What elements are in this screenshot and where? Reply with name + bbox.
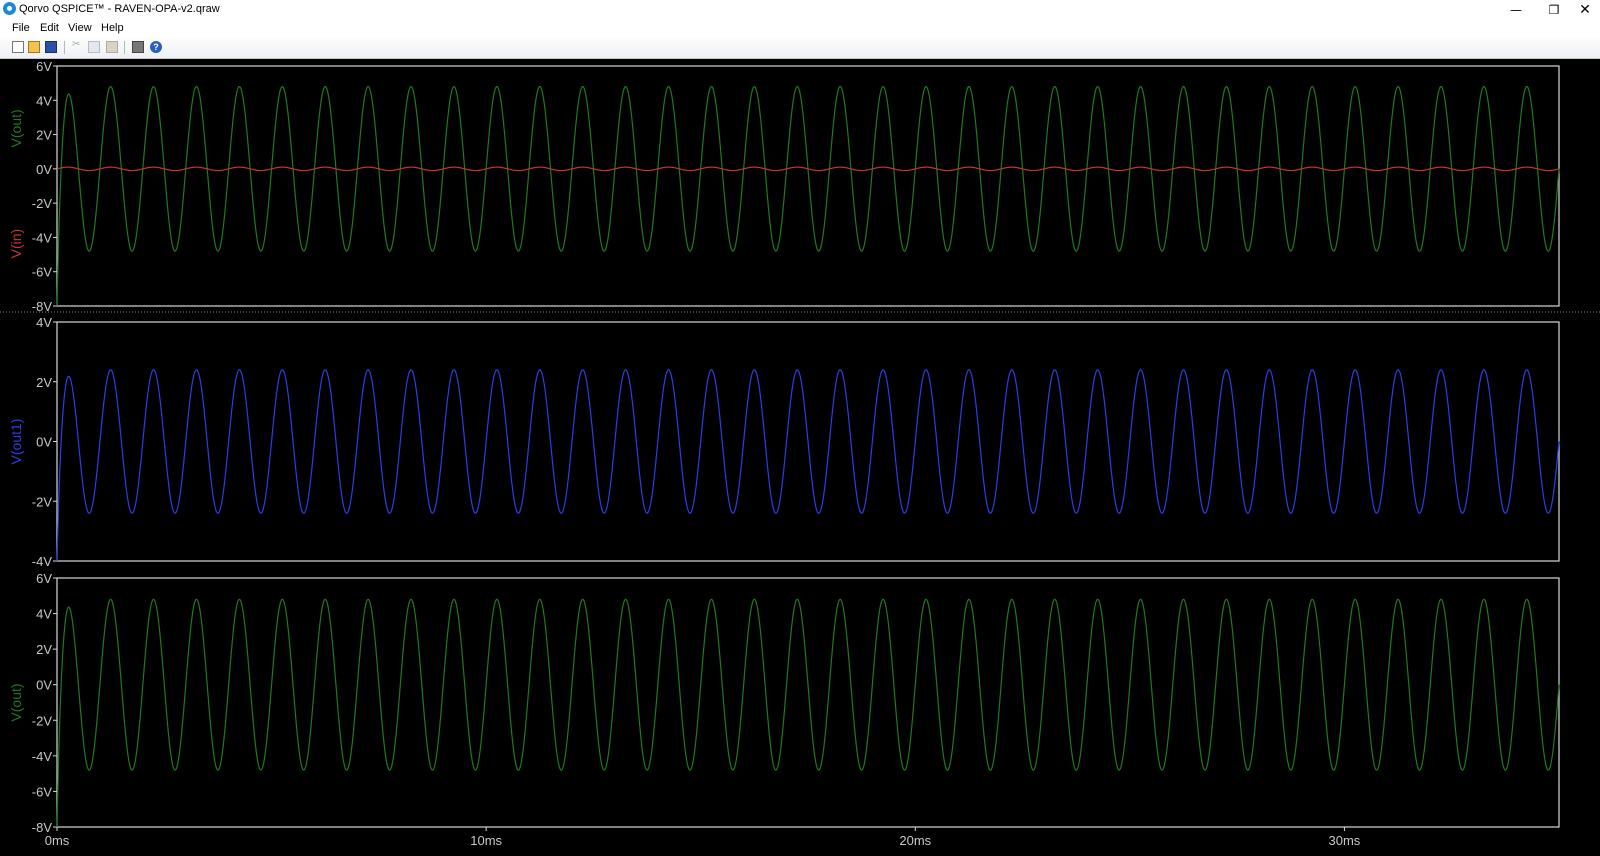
close-button[interactable]: ✕: [1562, 0, 1600, 19]
save-icon[interactable]: [45, 41, 57, 53]
trace-label-vout1: V(out1): [8, 419, 24, 465]
y-tick-label: -2V: [32, 494, 53, 509]
waveform-plot-area[interactable]: 6V 4V 2V 0V -2V -4V -6V -8V V(out) V(in) 4V 2V 0V -2V…: [0, 59, 1600, 856]
y-tick-label: -2V: [32, 713, 53, 728]
y-tick-label: -4V: [32, 230, 53, 245]
x-tick-label: 0ms: [45, 833, 70, 848]
toolbar-separator: [64, 41, 65, 54]
plot-frame: [56, 65, 1560, 307]
menu-help[interactable]: Help: [101, 22, 124, 34]
y-tick-label: 0V: [36, 678, 52, 693]
y-tick-label: -6V: [32, 784, 53, 799]
copy-icon[interactable]: [88, 41, 100, 53]
print-icon[interactable]: [132, 41, 144, 53]
x-tick-label: 20ms: [899, 833, 931, 848]
y-tick-label: 0V: [36, 435, 52, 450]
y-tick-label: 2V: [36, 375, 52, 390]
open-folder-icon[interactable]: [28, 41, 40, 53]
y-tick-label: -4V: [32, 749, 53, 764]
y-tick-label: 2V: [36, 642, 52, 657]
plot-frame: [56, 577, 1560, 828]
y-tick-label: -8V: [32, 299, 53, 314]
y-tick-label: 2V: [36, 128, 52, 143]
y-tick-label: -6V: [32, 265, 53, 280]
menu-edit[interactable]: Edit: [40, 22, 59, 34]
toolbar-separator: [124, 41, 125, 54]
new-file-icon[interactable]: [12, 41, 24, 53]
qspice-app-icon[interactable]: [3, 2, 16, 15]
trace-vout1[interactable]: [56, 369, 1560, 562]
trace-label-vin: V(in): [8, 229, 24, 259]
y-tick-label: 4V: [36, 315, 52, 330]
window-title: Qorvo QSPICE™ - RAVEN-OPA-v2.qraw: [19, 3, 220, 15]
y-tick-label: 6V: [36, 571, 52, 586]
menu-bar: File Edit View Help: [0, 19, 1600, 38]
help-icon[interactable]: ?: [150, 41, 162, 53]
title-bar: Qorvo QSPICE™ - RAVEN-OPA-v2.qraw — ❐ ✕: [0, 0, 1600, 19]
y-tick-label: 4V: [36, 607, 52, 622]
waveform-plots[interactable]: 6V 4V 2V 0V -2V -4V -6V -8V V(out) V(in) 4V 2V 0V -2V…: [0, 59, 1600, 856]
toolbar: ✂ ?: [0, 38, 1600, 59]
trace-vout[interactable]: [56, 85, 1560, 307]
paste-icon[interactable]: [106, 41, 118, 53]
y-tick-label: 0V: [36, 162, 52, 177]
trace-vout[interactable]: [56, 598, 1560, 828]
trace-label-vout: V(out): [8, 683, 24, 721]
menu-view[interactable]: View: [68, 22, 92, 34]
y-tick-label: 6V: [36, 59, 52, 74]
x-tick-label: 30ms: [1329, 833, 1361, 848]
y-tick-label: -4V: [32, 554, 53, 569]
menu-file[interactable]: File: [12, 22, 30, 34]
x-tick-label: 10ms: [470, 833, 502, 848]
y-tick-label: -2V: [32, 196, 53, 211]
y-tick-label: 4V: [36, 93, 52, 108]
cut-icon[interactable]: ✂: [72, 39, 84, 51]
trace-label-vout: V(out): [8, 109, 24, 147]
